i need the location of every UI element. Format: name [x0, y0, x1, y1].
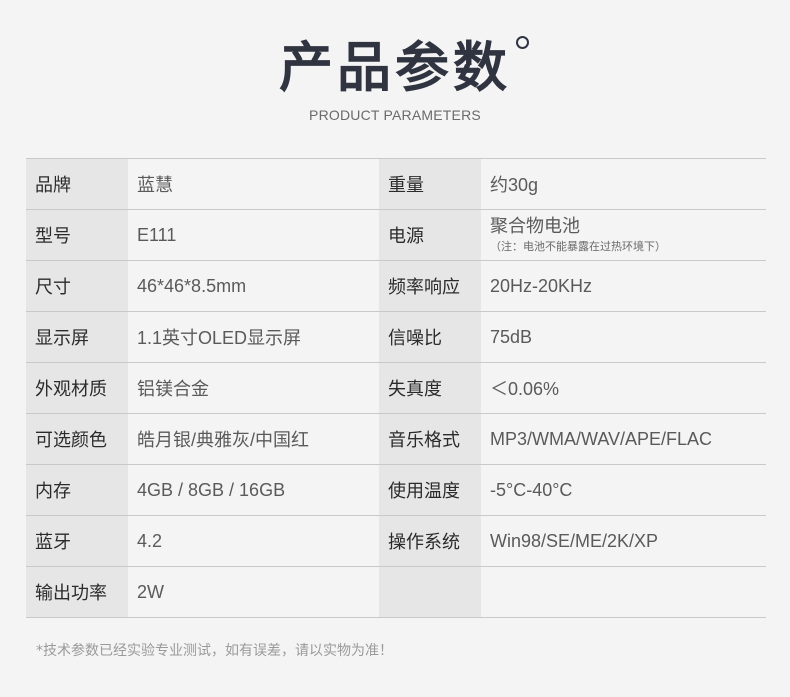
param-label: 重量 — [379, 159, 481, 209]
param-value-with-note: 聚合物电池 （注：电池不能暴露在过热环境下） — [481, 210, 766, 260]
title-wrap: 产品参数 — [0, 28, 790, 108]
param-value: 皓月银/典雅灰/中国红 — [128, 414, 379, 464]
table-row: 尺寸 46*46*8.5mm 频率响应 20Hz-20KHz — [26, 261, 766, 312]
degree-mark-icon — [516, 36, 529, 49]
param-value: 2W — [128, 567, 379, 617]
table-row: 品牌 蓝慧 重量 约30g — [26, 159, 766, 210]
param-label: 内存 — [26, 465, 128, 515]
footer-note: *技术参数已经实验专业测试，如有误差，请以实物为准！ — [36, 643, 393, 659]
param-label: 品牌 — [26, 159, 128, 209]
param-value: 聚合物电池 — [490, 216, 580, 236]
param-value: 铝镁合金 — [128, 363, 379, 413]
param-value: 1.1英寸OLED显示屏 — [128, 312, 379, 362]
param-label: 频率响应 — [379, 261, 481, 311]
param-value: E111 — [128, 210, 379, 260]
param-label: 使用温度 — [379, 465, 481, 515]
param-value: 蓝慧 — [128, 159, 379, 209]
param-label-empty — [379, 567, 481, 617]
param-label: 显示屏 — [26, 312, 128, 362]
param-value: MP3/WMA/WAV/APE/FLAC — [481, 414, 766, 464]
page-subtitle: PRODUCT PARAMETERS — [309, 107, 481, 123]
param-value: 4GB / 8GB / 16GB — [128, 465, 379, 515]
param-label: 操作系统 — [379, 516, 481, 566]
param-label: 输出功率 — [26, 567, 128, 617]
table-row: 可选颜色 皓月银/典雅灰/中国红 音乐格式 MP3/WMA/WAV/APE/FL… — [26, 414, 766, 465]
table-row: 型号 E111 电源 聚合物电池 （注：电池不能暴露在过热环境下） — [26, 210, 766, 261]
param-label: 蓝牙 — [26, 516, 128, 566]
param-label: 尺寸 — [26, 261, 128, 311]
table-row: 内存 4GB / 8GB / 16GB 使用温度 -5°C-40°C — [26, 465, 766, 516]
param-value: 46*46*8.5mm — [128, 261, 379, 311]
param-label: 电源 — [379, 210, 481, 260]
param-label: 外观材质 — [26, 363, 128, 413]
param-value-empty — [481, 567, 766, 617]
param-value: 20Hz-20KHz — [481, 261, 766, 311]
param-label: 音乐格式 — [379, 414, 481, 464]
param-value: 约30g — [481, 159, 766, 209]
param-value: ＜0.06% — [481, 363, 766, 413]
params-table: 品牌 蓝慧 重量 约30g 型号 E111 电源 聚合物电池 （注：电池不能暴露… — [26, 158, 766, 618]
param-label: 失真度 — [379, 363, 481, 413]
param-note: （注：电池不能暴露在过热环境下） — [490, 241, 666, 253]
param-value: 4.2 — [128, 516, 379, 566]
param-label: 信噪比 — [379, 312, 481, 362]
param-label: 型号 — [26, 210, 128, 260]
table-row: 输出功率 2W — [26, 567, 766, 618]
param-label: 可选颜色 — [26, 414, 128, 464]
param-value: 75dB — [481, 312, 766, 362]
table-row: 显示屏 1.1英寸OLED显示屏 信噪比 75dB — [26, 312, 766, 363]
page-title: 产品参数 — [279, 28, 529, 108]
param-value: -5°C-40°C — [481, 465, 766, 515]
table-row: 蓝牙 4.2 操作系统 Win98/SE/ME/2K/XP — [26, 516, 766, 567]
page-title-text: 产品参数 — [279, 36, 511, 99]
page: 产品参数 PRODUCT PARAMETERS 品牌 蓝慧 重量 约30g 型号… — [0, 0, 790, 697]
table-row: 外观材质 铝镁合金 失真度 ＜0.06% — [26, 363, 766, 414]
param-value: Win98/SE/ME/2K/XP — [481, 516, 766, 566]
